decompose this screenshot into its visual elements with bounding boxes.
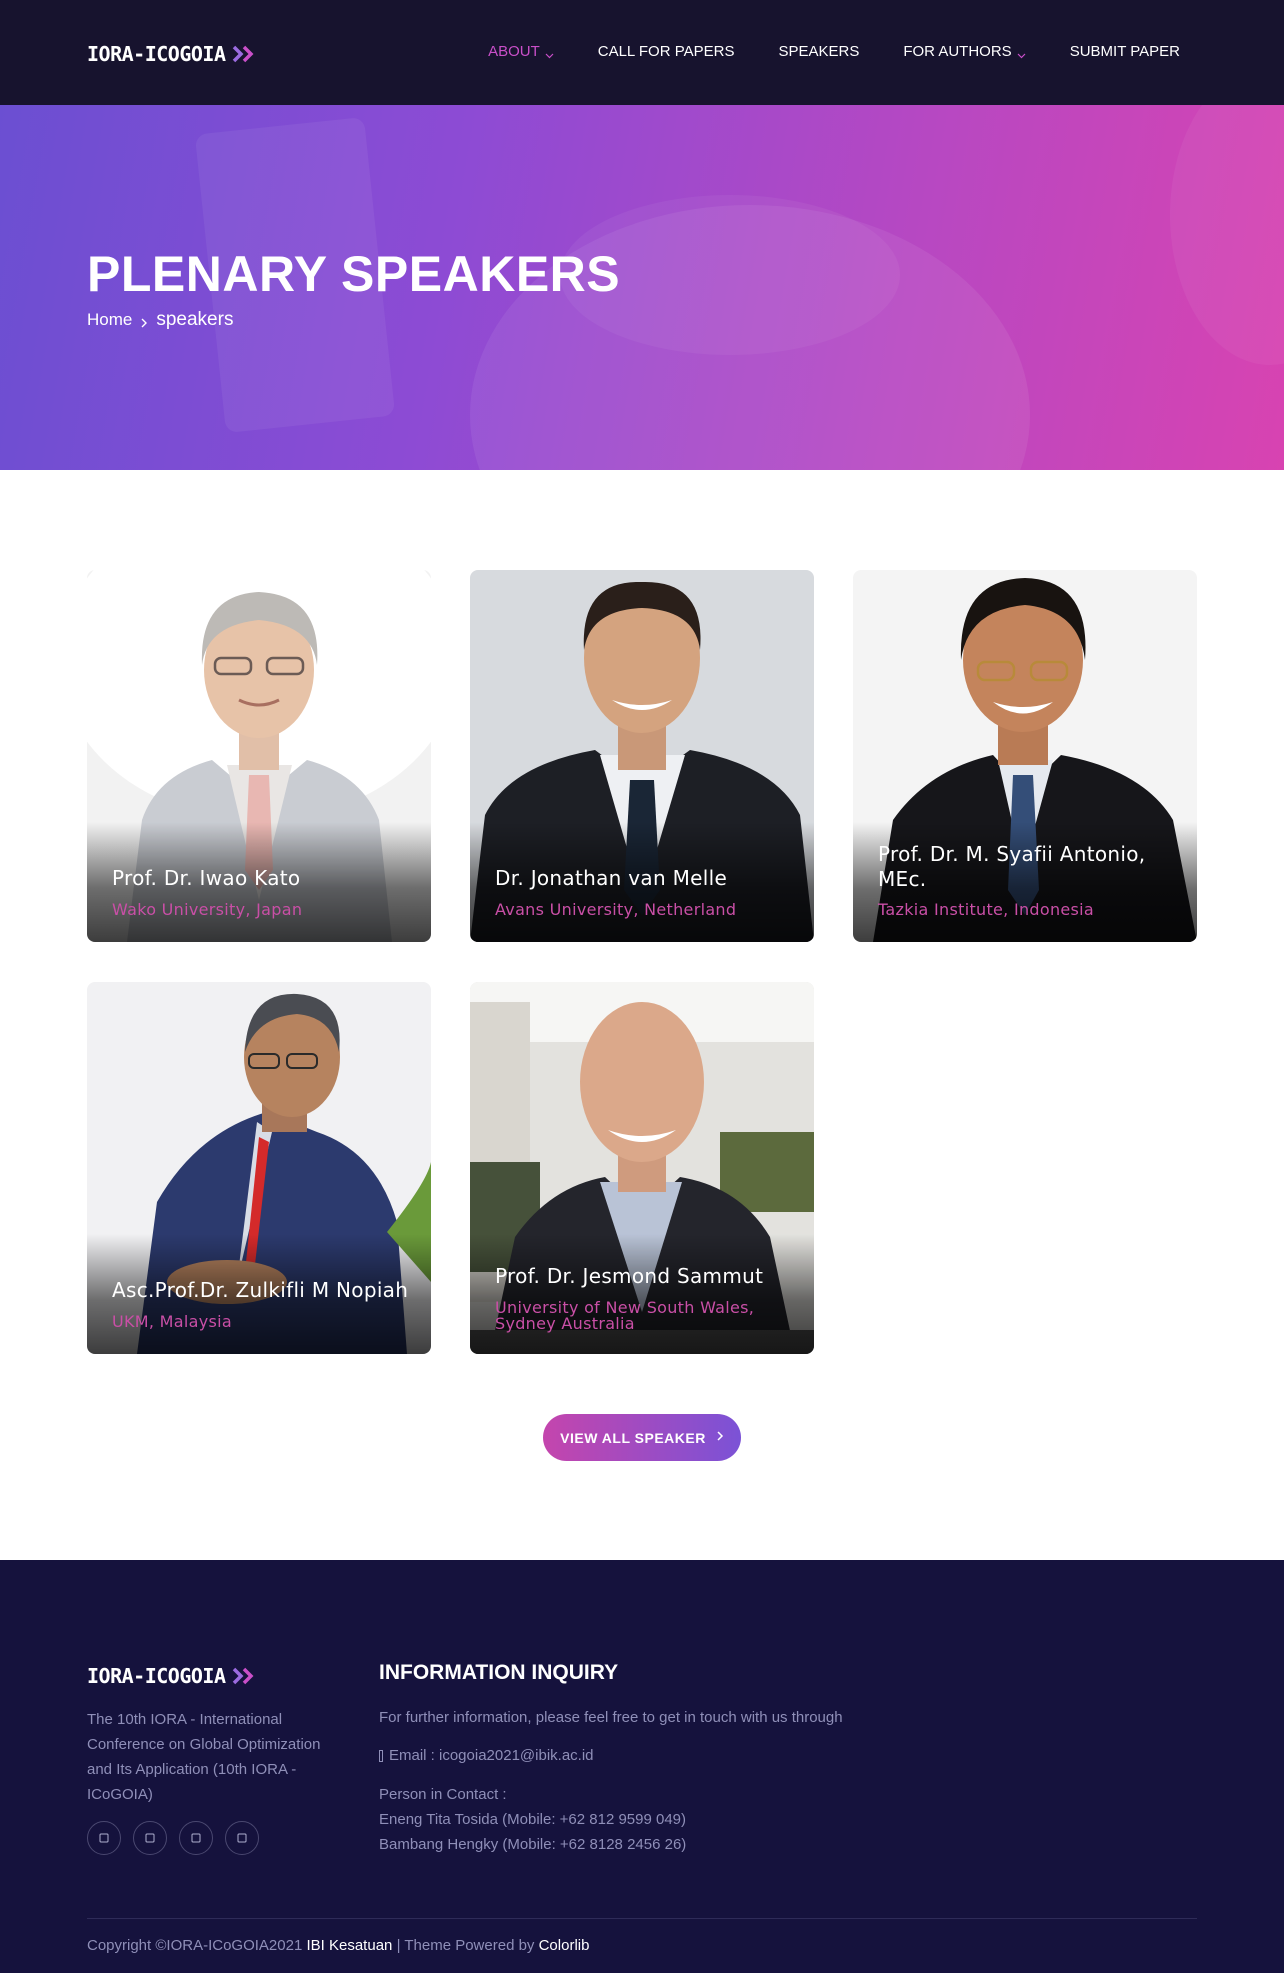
- nav-item-speakers[interactable]: SPEAKERS: [778, 43, 859, 60]
- nav-item-call-for-papers[interactable]: CALL FOR PAPERS: [598, 43, 735, 60]
- nav-label: SUBMIT PAPER: [1069, 43, 1180, 60]
- page-title: PLENARY SPEAKERS: [87, 246, 621, 302]
- copyright: Copyright ©IORA-ICoGOIA2021 IBI Kesatuan…: [87, 1937, 589, 1954]
- caption-overlay: [470, 1234, 814, 1354]
- twitter-icon[interactable]: [133, 1821, 167, 1855]
- copyright-prefix: Copyright ©IORA-ICoGOIA2021: [87, 1937, 303, 1954]
- logo-text: IORA-ICOGOIA: [87, 1664, 226, 1688]
- inquiry-intro: For further information, please feel fre…: [379, 1709, 843, 1726]
- arrow-right-icon: [716, 1430, 724, 1445]
- top-navbar: IORA-ICOGOIA ABOUT CALL FOR PAPERS SPEAK…: [0, 0, 1284, 105]
- speaker-card[interactable]: Asc.Prof.Dr. Zulkifli M Nopiah UKM, Mala…: [87, 982, 431, 1354]
- chevron-down-icon: [1017, 47, 1026, 59]
- email-text: Email : icogoia2021@ibik.ac.id: [389, 1747, 594, 1764]
- speaker-card[interactable]: Prof. Dr. Jesmond Sammut University of N…: [470, 982, 814, 1354]
- inquiry-email[interactable]: Email : icogoia2021@ibik.ac.id: [379, 1747, 594, 1764]
- speaker-card[interactable]: Prof. Dr. M. Syafii Antonio, MEc. Tazkia…: [853, 570, 1197, 942]
- chevron-down-icon: [545, 47, 554, 59]
- speaker-card[interactable]: Dr. Jonathan van Melle Avans University,…: [470, 570, 814, 942]
- logo-text: IORA-ICOGOIA: [87, 42, 226, 66]
- contact-person: Bambang Hengky (Mobile: +62 8128 2456 26…: [379, 1836, 687, 1853]
- nav-item-for-authors[interactable]: FOR AUTHORS: [903, 43, 1026, 60]
- speaker-affiliation: Avans University, Netherland: [495, 900, 737, 919]
- speaker-name: Prof. Dr. Jesmond Sammut: [495, 1264, 764, 1288]
- speaker-affiliation: UKM, Malaysia: [112, 1312, 232, 1331]
- site-footer: IORA-ICOGOIA The 10th IORA - Internation…: [0, 1560, 1284, 1973]
- envelope-icon: [379, 1749, 383, 1762]
- breadcrumb-home-link[interactable]: Home: [87, 310, 132, 330]
- inquiry-heading: INFORMATION INQUIRY: [379, 1661, 619, 1684]
- hero-background-shape: [1170, 105, 1284, 365]
- footer-description: The 10th IORA - International Conference…: [87, 1711, 321, 1803]
- nav-label: CALL FOR PAPERS: [597, 43, 735, 60]
- nav-label: FOR AUTHORS: [903, 43, 1012, 60]
- hero-banner: PLENARY SPEAKERS Home speakers: [0, 105, 1284, 470]
- button-label: VIEW ALL SPEAKER: [560, 1429, 706, 1446]
- double-chevron-icon: [232, 1667, 258, 1685]
- view-all-speaker-button[interactable]: VIEW ALL SPEAKER: [543, 1414, 741, 1461]
- contact-person: Eneng Tita Tosida (Mobile: +62 812 9599 …: [379, 1811, 687, 1828]
- speaker-affiliation: Wako University, Japan: [112, 900, 303, 919]
- speaker-name: Prof. Dr. M. Syafii Antonio, MEc.: [878, 842, 1146, 891]
- org-link[interactable]: IBI Kesatuan: [306, 1937, 392, 1954]
- nav-item-submit-paper[interactable]: SUBMIT PAPER: [1070, 43, 1180, 60]
- footer-divider: [87, 1918, 1197, 1919]
- speaker-name: Asc.Prof.Dr. Zulkifli M Nopiah: [112, 1278, 409, 1302]
- contact-label: Person in Contact :: [379, 1786, 507, 1803]
- site-logo[interactable]: IORA-ICOGOIA: [87, 42, 258, 66]
- speaker-affiliation: University of New South Wales, Sydney Au…: [495, 1298, 755, 1333]
- nav-item-about[interactable]: ABOUT: [488, 43, 554, 60]
- nav-label: ABOUT: [488, 43, 540, 60]
- main-nav: ABOUT CALL FOR PAPERS SPEAKERS FOR AUTHO…: [444, 43, 1180, 60]
- speaker-name: Prof. Dr. Iwao Kato: [112, 866, 301, 890]
- copyright-middle: | Theme Powered by: [396, 1937, 535, 1954]
- facebook-icon[interactable]: [87, 1821, 121, 1855]
- social-links: [87, 1821, 259, 1855]
- breadcrumb: Home speakers: [87, 309, 233, 331]
- breadcrumb-current: speakers: [156, 309, 234, 330]
- theme-link[interactable]: Colorlib: [539, 1937, 590, 1954]
- nav-label: SPEAKERS: [778, 43, 860, 60]
- double-chevron-icon: [232, 45, 258, 63]
- speaker-card[interactable]: Prof. Dr. Iwao Kato Wako University, Jap…: [87, 570, 431, 942]
- speaker-affiliation: Tazkia Institute, Indonesia: [878, 900, 1095, 919]
- chevron-right-icon: [140, 314, 148, 328]
- footer-logo[interactable]: IORA-ICOGOIA: [87, 1664, 258, 1688]
- speaker-name: Dr. Jonathan van Melle: [495, 866, 728, 890]
- linkedin-icon[interactable]: [225, 1821, 259, 1855]
- instagram-icon[interactable]: [179, 1821, 213, 1855]
